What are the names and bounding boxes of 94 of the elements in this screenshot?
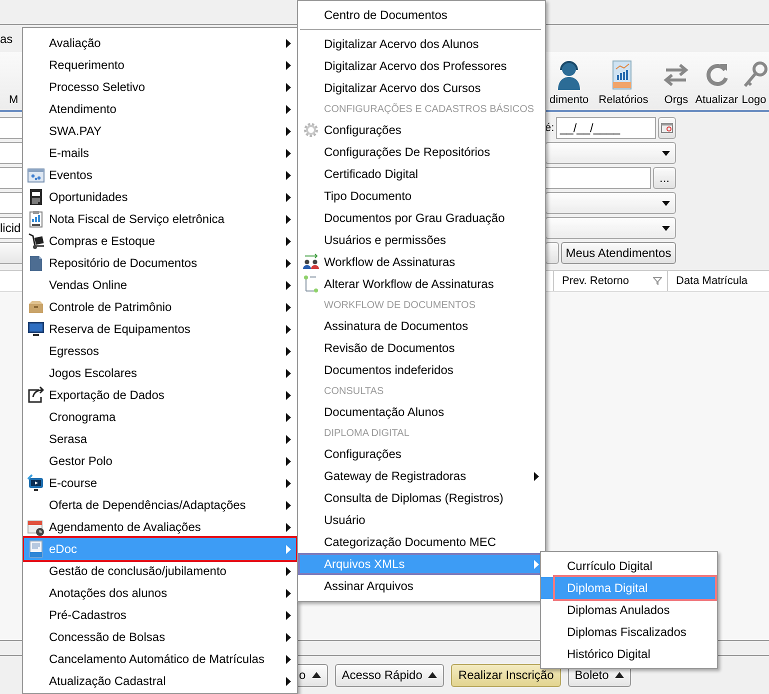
menu-item[interactable]: Vendas Online [23,274,297,296]
caret-up-icon [614,672,624,678]
menu-item[interactable]: Reserva de Equipamentos [23,318,297,340]
menu-item[interactable]: Configurações [298,443,545,465]
menu-item[interactable]: Cronograma [23,406,297,428]
menu-item[interactable]: Centro de Documentos [298,4,545,26]
toolbar-button[interactable]: Relatórios [596,60,652,106]
menu-item[interactable]: Digitalizar Acervo dos Cursos [298,77,545,99]
toolbar-button[interactable]: Atualizar [693,60,740,106]
menu-item[interactable]: Assinatura de Documentos [298,315,545,337]
menu-item[interactable]: Avaliação [23,32,297,54]
menu-label[interactable]: as [0,32,13,46]
clipboard-icon [27,210,45,228]
menu-item[interactable]: Revisão de Documentos [298,337,545,359]
menu-item[interactable]: Oferta de Dependências/Adaptações [23,494,297,516]
flow-icon [302,275,320,293]
menu-item[interactable]: Concessão de Bolsas [23,626,297,648]
menu-item[interactable]: Repositório de Documentos [23,252,297,274]
caret-icon [661,224,671,232]
dropdown[interactable] [545,192,676,214]
menu-item[interactable]: Anotações dos alunos [23,582,297,604]
menu-item[interactable]: Categorização Documento MEC [298,531,545,553]
button[interactable]: Acesso Rápido [334,664,444,686]
menu-item[interactable]: Digitalizar Acervo dos Professores [298,55,545,77]
section-heading: WORKFLOW DE DOCUMENTOS [323,298,476,312]
calendar-icon [27,518,45,536]
menu-item[interactable]: Egressos [23,340,297,362]
toolbar-button[interactable]: Orgs [659,60,694,106]
button[interactable]: Realizar Inscrição [451,664,561,686]
dropdown[interactable] [545,217,676,239]
gear-icon [302,121,320,139]
menu-item[interactable]: Exportação de Dados [23,384,297,406]
calendar-icon [27,166,45,184]
monitor-icon [27,320,45,338]
menu-item[interactable]: Pré-Cadastros [23,604,297,626]
section-heading: CONFIGURAÇÕES E CADASTROS BÁSICOS [323,102,536,116]
menu-item[interactable]: Oportunidades [23,186,297,208]
calendar-button[interactable] [658,117,676,139]
menu-item[interactable]: Agendamento de Avaliações [23,516,297,538]
menu-item[interactable]: Consulta de Diplomas (Registros) [298,487,545,509]
hand-truck-icon [27,232,45,250]
calendar-icon [661,123,673,133]
people-icon [302,253,320,271]
menu-item[interactable]: Gestor Polo [23,450,297,472]
menu-item[interactable]: Serasa [23,428,297,450]
toolbar-button[interactable]: M [6,60,22,106]
menu-item[interactable]: Documentos por Grau Graduação [298,207,545,229]
column-header[interactable]: Data Matrícula [667,271,769,291]
date-field[interactable]: __/__/____ [556,117,656,139]
menu-item[interactable]: Documentos indeferidos [298,359,545,381]
menu-item[interactable]: E-mails [23,142,297,164]
caret-icon [661,200,671,206]
menu-item[interactable]: Diplomas Anulados [541,599,717,621]
menu-item[interactable]: Usuários e permissões [298,229,545,251]
menu-item[interactable]: Histórico Digital [541,643,717,665]
menu-item[interactable]: Configurações De Repositórios [298,141,545,163]
menu-item[interactable]: Requerimento [23,54,297,76]
caret-up-icon [428,672,438,678]
menu-item[interactable]: Workflow de Assinaturas [298,251,545,273]
lookup-button[interactable]: ... [653,167,676,189]
menu-item[interactable]: Diplomas Fiscalizados [541,621,717,643]
menu-item[interactable]: Controle de Patrimônio [23,296,297,318]
button[interactable] [545,242,559,264]
menu-item[interactable]: Tipo Documento [298,185,545,207]
menu-item[interactable]: Configurações [298,119,545,141]
menu-item[interactable]: Certificado Digital [298,163,545,185]
caret-up-icon [312,672,321,678]
toolbar-button[interactable]: Logo [740,60,768,106]
menu-item[interactable]: Usuário [298,509,545,531]
export-icon [27,386,45,404]
box-icon [27,298,45,316]
monitor-icon [27,474,45,492]
document-icon [27,254,45,272]
section-heading: CONSULTAS [323,384,385,398]
menu-item[interactable]: Processo Seletivo [23,76,297,98]
document-icon [27,188,45,206]
dropdown[interactable] [545,142,676,164]
menu-item[interactable]: Digitalizar Acervo dos Alunos [298,33,545,55]
menu-item[interactable]: E-course [23,472,297,494]
menu-item[interactable]: SWA.PAY [23,120,297,142]
caret-icon [661,150,671,156]
button[interactable]: Meus Atendimentos [561,242,676,264]
toolbar-button[interactable]: dimento [546,60,592,106]
menu-item[interactable]: Atendimento [23,98,297,120]
column-header[interactable]: Prev. Retorno [553,271,667,291]
section-heading: DIPLOMA DIGITAL [323,426,410,440]
input-field[interactable] [545,167,651,189]
menu-item[interactable]: Gateway de Registradoras [298,465,545,487]
menu-item[interactable]: Documentação Alunos [298,401,545,423]
menu-item[interactable]: Gestão de conclusão/jubilamento [23,560,297,582]
menu-item[interactable]: Jogos Escolares [23,362,297,384]
menu-item[interactable]: Eventos [23,164,297,186]
document-icon [27,540,45,558]
menu-item[interactable]: Alterar Workflow de Assinaturas [298,273,545,295]
